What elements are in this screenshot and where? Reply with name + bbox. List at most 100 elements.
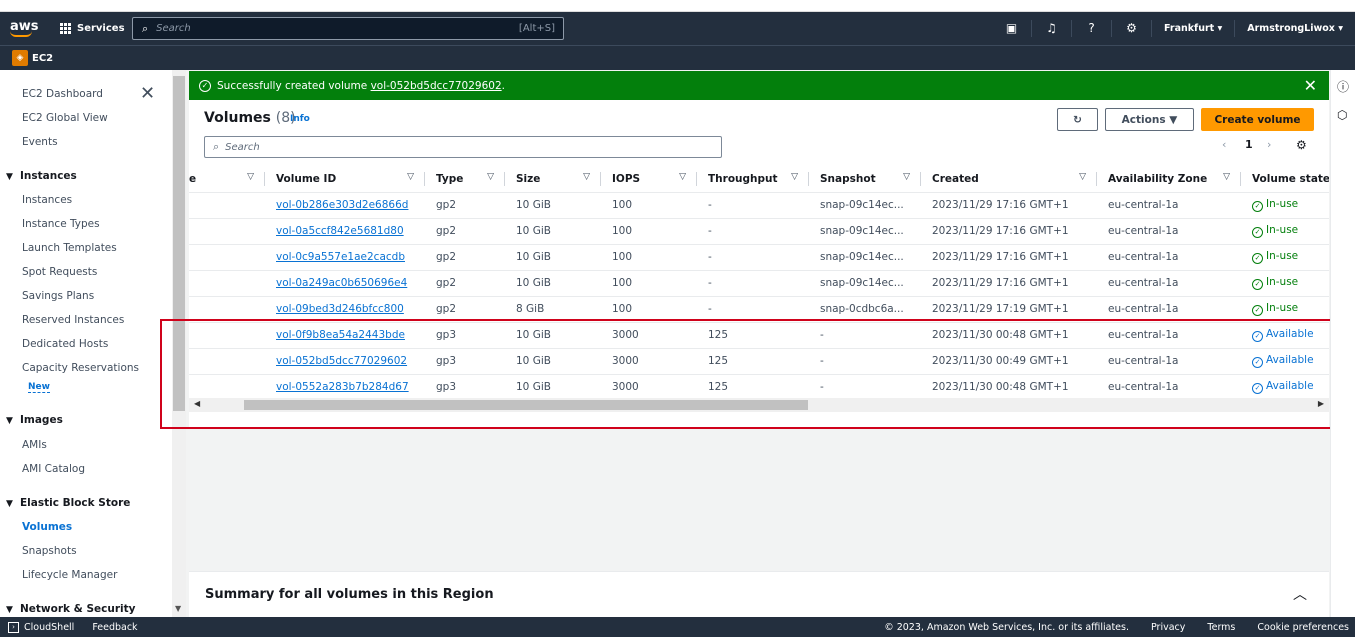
volume-search-input[interactable]: ⌕ Search — [204, 136, 722, 158]
column-header[interactable]: Availability Zone ▽ — [1096, 166, 1240, 193]
sort-icon[interactable]: ▽ — [903, 172, 910, 182]
volume-id-link[interactable]: vol-0a5ccf842e5681d80 — [276, 225, 404, 237]
in-use-status-icon: ✓ — [1252, 279, 1263, 290]
volume-id-link[interactable]: vol-09bed3d246bfcc800 — [276, 303, 404, 315]
sort-icon[interactable]: ▽ — [247, 172, 254, 182]
cell-state: ✓ In-use — [1240, 218, 1329, 245]
table-row[interactable]: vol-0c9a557e1ae2cacdb gp2 10 GiB 100- snap-0… — [189, 244, 1329, 271]
column-header[interactable]: Volume state — [1240, 166, 1329, 193]
sort-icon[interactable]: ▽ — [407, 172, 414, 182]
sidebar-item-snapshots[interactable]: Snapshots — [22, 545, 77, 557]
ec2-service-icon: ◈ — [12, 50, 28, 66]
sidebar-item-spot-requests[interactable]: Spot Requests — [22, 266, 97, 278]
sidebar-item-dedicated-hosts[interactable]: Dedicated Hosts — [22, 338, 108, 350]
tools-panel-rail: ⓘ ⬡ — [1330, 70, 1355, 617]
aws-logo[interactable]: aws — [10, 20, 39, 37]
close-icon[interactable]: ✕ — [140, 85, 155, 103]
footer: › CloudShell Feedback © 2023, Amazon Web… — [0, 617, 1355, 637]
sort-icon[interactable]: ▽ — [583, 172, 590, 182]
volume-id-link[interactable]: vol-0c9a557e1ae2cacdb — [276, 251, 405, 263]
info-link[interactable]: Info — [290, 114, 310, 124]
cell-created: 2023/11/29 17:16 GMT+1 — [920, 270, 1096, 297]
volume-id-link[interactable]: vol-0a249ac0b650696e4 — [276, 277, 407, 289]
sidebar-item-events[interactable]: Events — [22, 136, 58, 148]
cell-iops: 100 — [600, 270, 696, 297]
help-icon[interactable]: ? — [1072, 20, 1112, 37]
chevron-up-icon[interactable]: ︿ — [1293, 584, 1307, 604]
column-header[interactable]: Created ▽ — [920, 166, 1096, 193]
cell-id: vol-0b286e303d2e6866d — [264, 192, 424, 219]
column-header[interactable]: Volume ID ▽ — [264, 166, 424, 193]
sidebar-section-images[interactable]: ▼ Images — [6, 414, 63, 426]
sidebar-section-instances[interactable]: ▼ Instances — [6, 170, 77, 182]
cell-az: eu-central-1a — [1096, 192, 1240, 219]
tutorial-icon[interactable]: ⬡ — [1337, 108, 1347, 122]
status-label: In-use — [1266, 302, 1299, 314]
summary-panel[interactable]: Summary for all volumes in this Region ︿ — [189, 571, 1329, 617]
settings-gear-icon[interactable]: ⚙ — [1296, 138, 1307, 152]
services-menu[interactable]: Services — [60, 23, 125, 34]
cloudshell-icon[interactable]: ▣ — [992, 20, 1032, 37]
status-badge: ✓ In-use — [1252, 198, 1298, 212]
column-header[interactable]: e ▽ — [189, 166, 264, 193]
create-volume-button[interactable]: Create volume — [1201, 108, 1314, 131]
sidebar-section-network[interactable]: ▼ Network & Security — [6, 603, 136, 615]
sidebar-item-volumes[interactable]: Volumes — [22, 521, 72, 533]
footer-cookie-link[interactable]: Cookie preferences — [1257, 622, 1349, 633]
sidebar-section-ebs[interactable]: ▼ Elastic Block Store — [6, 497, 130, 509]
table-row[interactable]: vol-0a5ccf842e5681d80 gp2 10 GiB 100- snap-0… — [189, 218, 1329, 245]
sidebar-item-instances[interactable]: Instances — [22, 194, 72, 206]
status-badge: ✓ In-use — [1252, 302, 1299, 316]
global-search-input[interactable]: ⌕ Search [Alt+S] — [132, 17, 564, 40]
column-header[interactable]: Type ▽ — [424, 166, 504, 193]
table-row[interactable]: vol-0b286e303d2e6866d gp2 10 GiB 100- snap-0… — [189, 192, 1329, 219]
row-cell-truncated — [189, 218, 264, 245]
refresh-button[interactable]: ↻ — [1057, 108, 1098, 131]
page-number[interactable]: 1 — [1245, 138, 1253, 151]
sidebar-item-lifecycle-manager[interactable]: Lifecycle Manager — [22, 569, 117, 581]
gear-icon[interactable]: ⚙ — [1112, 20, 1152, 37]
sidebar-item-launch-templates[interactable]: Launch Templates — [22, 242, 117, 254]
search-icon: ⌕ — [142, 21, 149, 35]
column-header[interactable]: Throughput ▽ — [696, 166, 808, 193]
sidebar-item-ec2-dashboard[interactable]: EC2 Dashboard — [22, 88, 103, 100]
table-row[interactable]: vol-0a249ac0b650696e4 gp2 10 GiB 100- snap-0… — [189, 270, 1329, 297]
volume-id-link[interactable]: vol-0b286e303d2e6866d — [276, 199, 408, 211]
sort-icon[interactable]: ▽ — [1079, 172, 1086, 182]
column-header[interactable]: Size ▽ — [504, 166, 600, 193]
next-page-icon[interactable]: › — [1267, 138, 1271, 151]
sidebar-item-capacity-reservations[interactable]: Capacity Reservations — [22, 362, 139, 374]
scroll-down-icon[interactable]: ▼ — [175, 604, 181, 613]
flash-volume-link[interactable]: vol-052bd5dcc77029602 — [371, 80, 502, 92]
sidebar-item-amis[interactable]: AMIs — [22, 439, 47, 451]
sort-icon[interactable]: ▽ — [1223, 172, 1230, 182]
column-header[interactable]: IOPS ▽ — [600, 166, 696, 193]
actions-button[interactable]: Actions ▼ — [1105, 108, 1194, 131]
sort-icon[interactable]: ▽ — [487, 172, 494, 182]
sort-icon[interactable]: ▽ — [679, 172, 686, 182]
sidebar-item-savings-plans[interactable]: Savings Plans — [22, 290, 94, 302]
footer-cloudshell-link[interactable]: CloudShell — [24, 622, 74, 633]
column-header[interactable]: Snapshot ▽ — [808, 166, 920, 193]
row-cell-truncated — [189, 192, 264, 219]
cell-created: 2023/11/29 17:16 GMT+1 — [920, 244, 1096, 271]
service-label[interactable]: EC2 — [32, 53, 53, 64]
footer-feedback-link[interactable]: Feedback — [92, 622, 137, 633]
close-icon[interactable]: ✕ — [1304, 76, 1317, 95]
sidebar-item-ami-catalog[interactable]: AMI Catalog — [22, 463, 85, 475]
cell-state: ✓ In-use — [1240, 270, 1329, 297]
sort-icon[interactable]: ▽ — [791, 172, 798, 182]
volume-search-placeholder: Search — [225, 141, 260, 153]
info-icon[interactable]: ⓘ — [1337, 78, 1349, 95]
sidebar-item-instance-types[interactable]: Instance Types — [22, 218, 100, 230]
footer-terms-link[interactable]: Terms — [1207, 622, 1235, 633]
sidebar-item-reserved-instances[interactable]: Reserved Instances — [22, 314, 124, 326]
account-menu[interactable]: ArmstrongLiwox ▾ — [1235, 20, 1355, 37]
sidebar-item-global-view[interactable]: EC2 Global View — [22, 112, 108, 124]
region-selector[interactable]: Frankfurt ▾ — [1152, 20, 1236, 37]
prev-page-icon[interactable]: ‹ — [1222, 138, 1226, 151]
cloudshell-icon[interactable]: › — [8, 621, 19, 633]
footer-privacy-link[interactable]: Privacy — [1151, 622, 1185, 633]
bell-icon[interactable]: ♫ — [1032, 20, 1072, 37]
cell-size: 10 GiB — [504, 218, 600, 245]
